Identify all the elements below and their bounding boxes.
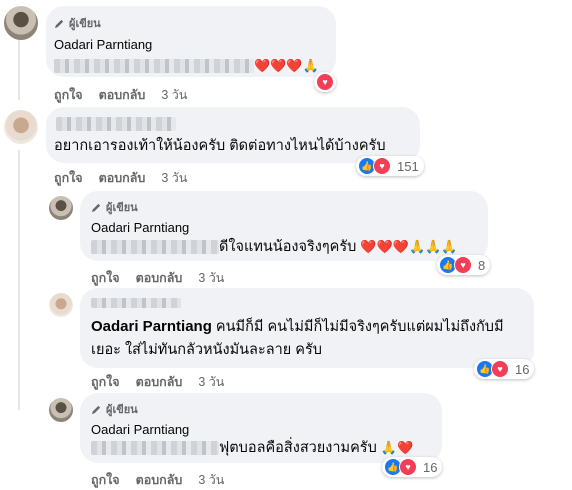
reaction-count: 151 bbox=[397, 158, 419, 174]
emoji: 🙏❤️ bbox=[380, 440, 414, 455]
reply-button[interactable]: ตอบกลับ bbox=[136, 268, 183, 288]
love-reaction-icon: ♥ bbox=[454, 256, 472, 274]
author-badge-label: ผู้เขียน bbox=[106, 202, 138, 214]
like-button[interactable]: ถูกใจ bbox=[91, 372, 120, 392]
avatar[interactable] bbox=[4, 110, 38, 144]
like-button[interactable]: ถูกใจ bbox=[54, 85, 83, 105]
emoji: ❤️❤️❤️🙏 bbox=[254, 58, 319, 73]
comment-text-line2: เยอะ ใส่ไม่ทันกลัวหนังมันละลาย ครับ bbox=[91, 342, 322, 358]
comment-author-name[interactable]: Oadari Parntiang bbox=[91, 220, 189, 235]
pen-icon bbox=[91, 405, 101, 414]
comment-text: อยากเอารองเท้าให้น้องครับ ติดต่อทางไหนได… bbox=[54, 138, 386, 154]
comment-actions: ถูกใจ ตอบกลับ 3 วัน bbox=[54, 85, 187, 105]
author-badge: ผู้เขียน bbox=[54, 14, 101, 32]
comment-author-name[interactable] bbox=[91, 293, 181, 313]
love-reaction-icon: ♥ bbox=[399, 458, 417, 476]
thread-line bbox=[18, 150, 20, 410]
reply-button[interactable]: ตอบกลับ bbox=[136, 470, 183, 490]
comment-text: ❤️❤️❤️🙏 bbox=[54, 56, 319, 76]
reply-button[interactable]: ตอบกลับ bbox=[136, 372, 183, 392]
author-badge-label: ผู้เขียน bbox=[106, 404, 138, 416]
avatar[interactable] bbox=[49, 398, 73, 422]
blurred-text bbox=[54, 59, 254, 74]
blurred-text bbox=[91, 240, 219, 255]
like-button[interactable]: ถูกใจ bbox=[91, 268, 120, 288]
comment-actions: ถูกใจ ตอบกลับ 3 วัน bbox=[91, 470, 224, 490]
comment-time[interactable]: 3 วัน bbox=[198, 372, 224, 392]
comment-author-name[interactable]: Oadari Parntiang bbox=[91, 318, 212, 335]
author-badge: ผู้เขียน bbox=[91, 198, 138, 216]
comment-text: Oadari Parntiang คนมีก็มี คนไม่มีก็ไม่มี… bbox=[91, 318, 504, 335]
reaction-count: 16 bbox=[423, 459, 438, 475]
comment-author-name[interactable]: Oadari Parntiang bbox=[91, 422, 189, 437]
comment-actions: ถูกใจ ตอบกลับ 3 วัน bbox=[54, 168, 187, 188]
comment-time[interactable]: 3 วัน bbox=[161, 85, 187, 105]
comment-author-name[interactable] bbox=[56, 114, 176, 134]
author-badge: ผู้เขียน bbox=[91, 400, 138, 418]
emoji: ❤️❤️❤️🙏🙏🙏 bbox=[360, 239, 458, 254]
reaction-summary[interactable]: ♥ bbox=[314, 72, 336, 92]
like-button[interactable]: ถูกใจ bbox=[91, 470, 120, 490]
comment-text: ดีใจแทนน้องจริงๆครับ ❤️❤️❤️🙏🙏🙏 bbox=[91, 237, 458, 257]
avatar[interactable] bbox=[4, 6, 38, 40]
blurred-name bbox=[91, 298, 181, 309]
blurred-text bbox=[91, 441, 219, 456]
reply-button[interactable]: ตอบกลับ bbox=[99, 85, 146, 105]
comment-time[interactable]: 3 วัน bbox=[161, 168, 187, 188]
comment-time[interactable]: 3 วัน bbox=[198, 470, 224, 490]
avatar[interactable] bbox=[49, 293, 73, 317]
love-reaction-icon: ♥ bbox=[491, 360, 509, 378]
blurred-name bbox=[56, 117, 176, 132]
comment-author-name[interactable]: Oadari Parntiang bbox=[54, 37, 152, 52]
love-reaction-icon: ♥ bbox=[373, 157, 391, 175]
reply-button[interactable]: ตอบกลับ bbox=[99, 168, 146, 188]
comment-actions: ถูกใจ ตอบกลับ 3 วัน bbox=[91, 268, 224, 288]
thread-line bbox=[18, 40, 20, 100]
reaction-summary[interactable]: 👍 ♥ 16 bbox=[474, 359, 535, 379]
avatar[interactable] bbox=[49, 196, 73, 220]
love-reaction-icon: ♥ bbox=[316, 73, 334, 91]
like-button[interactable]: ถูกใจ bbox=[54, 168, 83, 188]
reaction-count: 16 bbox=[515, 361, 530, 377]
comment-actions: ถูกใจ ตอบกลับ 3 วัน bbox=[91, 372, 224, 392]
pen-icon bbox=[91, 203, 101, 212]
reaction-summary[interactable]: 👍 ♥ 8 bbox=[437, 255, 491, 275]
reaction-summary[interactable]: 👍 ♥ 151 bbox=[356, 156, 424, 176]
comment-time[interactable]: 3 วัน bbox=[198, 268, 224, 288]
reaction-summary[interactable]: 👍 ♥ 16 bbox=[382, 457, 443, 477]
author-badge-label: ผู้เขียน bbox=[69, 18, 101, 30]
pen-icon bbox=[54, 19, 64, 28]
reaction-count: 8 bbox=[478, 257, 486, 273]
comment-text: ฟุตบอลคือสิ่งสวยงามครับ 🙏❤️ bbox=[91, 438, 413, 458]
